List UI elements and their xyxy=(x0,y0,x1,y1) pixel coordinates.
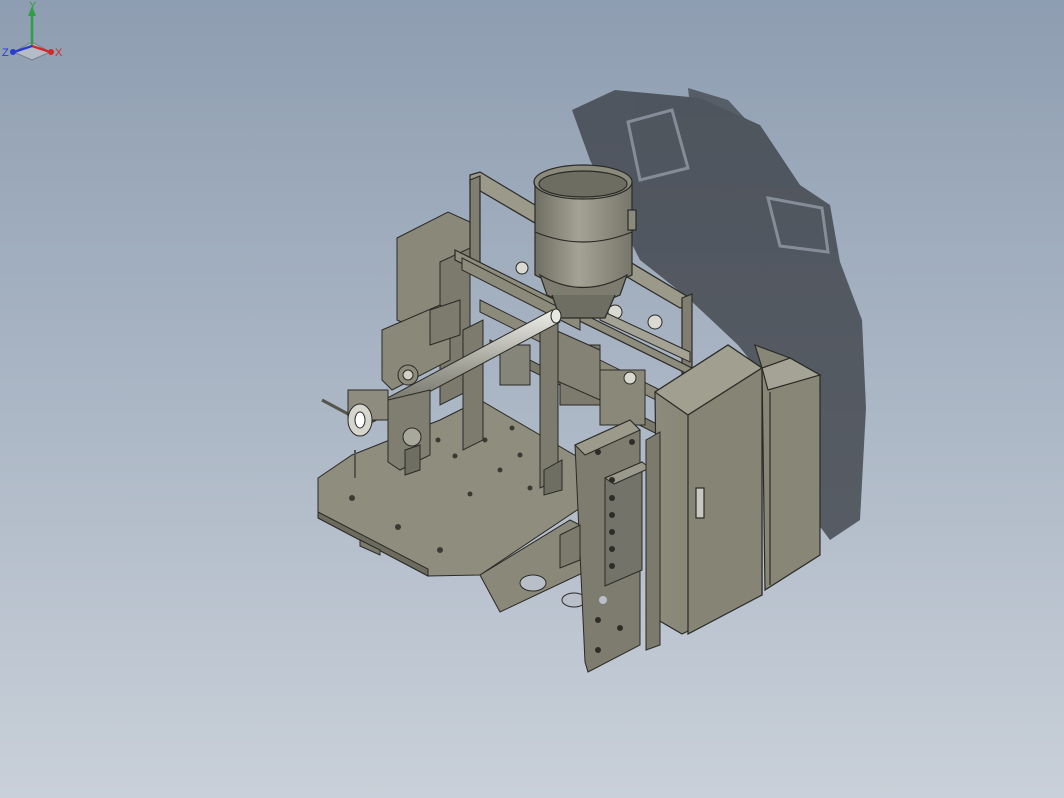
graphics-viewport[interactable]: Y X Z xyxy=(0,0,1064,798)
triad-z-label: Z xyxy=(2,47,9,59)
triad-y-label: Y xyxy=(29,0,37,12)
hopper-bin xyxy=(533,164,637,319)
z-axis-endpoint xyxy=(10,49,16,55)
control-cabinet xyxy=(653,344,822,635)
triad-x-label: X xyxy=(55,47,63,59)
cad-model-render xyxy=(317,88,866,673)
front-side-plate xyxy=(574,419,651,673)
orientation-triad[interactable]: Y X Z xyxy=(0,0,70,70)
x-axis-endpoint xyxy=(48,49,54,55)
